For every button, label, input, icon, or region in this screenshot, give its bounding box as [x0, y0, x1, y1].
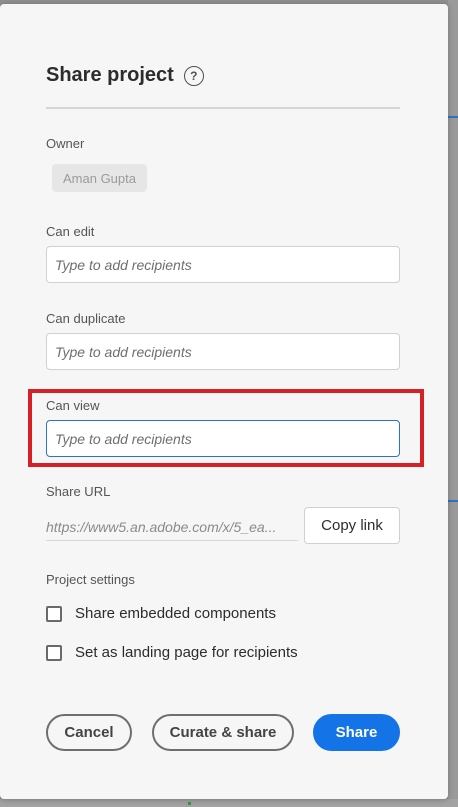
owner-label: Owner	[46, 136, 85, 151]
share-embedded-checkbox[interactable]	[46, 605, 62, 622]
landing-page-checkbox[interactable]	[46, 644, 62, 661]
share-project-dialog: Share project ? Owner Aman Gupta Can edi…	[0, 4, 448, 799]
can-edit-input[interactable]	[46, 246, 400, 283]
owner-chip: Aman Gupta	[52, 164, 147, 192]
cancel-button[interactable]: Cancel	[46, 714, 132, 751]
background-indicator	[188, 802, 191, 805]
background-panel	[448, 0, 458, 807]
curate-share-button[interactable]: Curate & share	[152, 714, 294, 751]
landing-page-label: Set as landing page for recipients	[75, 644, 298, 661]
can-duplicate-label: Can duplicate	[46, 311, 126, 326]
dialog-header: Share project ?	[46, 64, 204, 87]
help-icon[interactable]: ?	[183, 65, 204, 86]
background-accent	[448, 116, 458, 118]
project-settings-label: Project settings	[46, 572, 135, 587]
can-view-label: Can view	[46, 398, 100, 413]
header-divider	[46, 107, 400, 109]
can-edit-label: Can edit	[46, 224, 95, 239]
share-button[interactable]: Share	[313, 714, 400, 751]
share-embedded-option[interactable]: Share embedded components	[46, 605, 276, 622]
can-view-input[interactable]	[46, 420, 400, 457]
share-url-label: Share URL	[46, 484, 111, 499]
can-duplicate-input[interactable]	[46, 333, 400, 370]
share-url-field[interactable]: https://www5.an.adobe.com/x/5_ea...	[46, 513, 298, 541]
background-accent	[448, 500, 458, 502]
background-footer	[0, 799, 458, 807]
dialog-title: Share project	[46, 64, 174, 86]
landing-page-option[interactable]: Set as landing page for recipients	[46, 644, 298, 661]
share-embedded-label: Share embedded components	[75, 605, 276, 622]
copy-link-button[interactable]: Copy link	[304, 507, 400, 544]
